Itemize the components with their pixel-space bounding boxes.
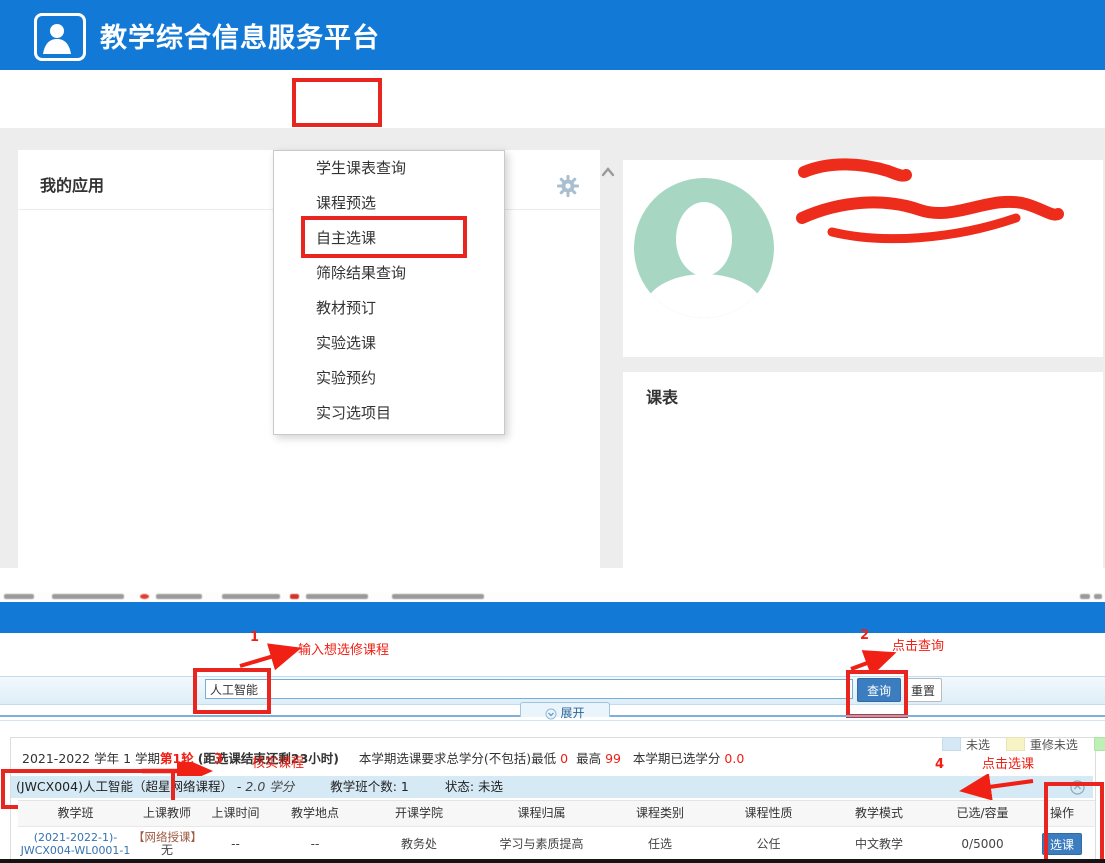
timetable-panel: 课表 <box>623 372 1103 568</box>
cell-nature: 公任 <box>715 827 822 860</box>
annotation-arrow-4 <box>955 774 1040 800</box>
menu-item-lab-reserve[interactable]: 实验预约 <box>274 361 504 396</box>
menu-item-internship[interactable]: 实习选项目 <box>274 396 504 431</box>
platform-logo-icon <box>34 13 86 61</box>
col-belong: 课程归属 <box>478 800 605 827</box>
cell-capacity: 0/5000 <box>936 827 1029 860</box>
menu-item-textbook-order[interactable]: 教材预订 <box>274 291 504 326</box>
course-class-count: 教学班个数: 1 <box>330 779 409 794</box>
annotation-box-search-input <box>193 668 271 714</box>
expand-label: 展开 <box>560 706 584 720</box>
teacher-tag: 【网络授课】 <box>133 831 201 844</box>
app-header: 教学综合信息服务平台 <box>0 0 1105 70</box>
bookmarks-blur-strip <box>0 592 1105 602</box>
expand-toggle[interactable]: 展开 <box>520 702 610 717</box>
table-row: (2021-2022-1)-JWCX004-WL0001-1 【网络授课】 无 … <box>18 827 1095 860</box>
col-mode: 教学模式 <box>822 800 936 827</box>
reset-button[interactable]: 重置 <box>904 678 942 702</box>
cell-mode: 中文教学 <box>822 827 936 860</box>
annotation-box-menu-self-select <box>301 216 467 258</box>
cell-time: -- <box>201 827 270 860</box>
menu-item-student-timetable[interactable]: 学生课表查询 <box>274 151 504 186</box>
redaction-scribble <box>790 156 1080 251</box>
legend-swatch-unselected <box>942 737 961 751</box>
teacher-name: 无 <box>161 844 173 857</box>
annotation-label-4: 点击选课 <box>982 753 1034 772</box>
avatar <box>634 178 774 318</box>
annotation-box-nav-course-select <box>292 78 382 127</box>
cell-place: -- <box>270 827 360 860</box>
col-class: 教学班 <box>18 800 133 827</box>
col-place: 教学地点 <box>270 800 360 827</box>
timetable-title: 课表 <box>646 384 678 408</box>
scroll-up-chevron-icon[interactable] <box>600 163 616 182</box>
my-apps-title: 我的应用 <box>40 172 104 196</box>
col-time: 上课时间 <box>201 800 270 827</box>
page-title-bar: 自主选课 <box>0 602 1105 633</box>
app-title: 教学综合信息服务平台 <box>100 16 380 55</box>
expand-divider-line-2 <box>0 720 1105 721</box>
screen: 教学综合信息服务平台 报名申请▼ 信息维护▼ 选课▼ 信息查询▼ 教学评价▼ 毕… <box>0 0 1105 863</box>
cell-category: 任选 <box>605 827 715 860</box>
status-legend: 未选 重修未选 已选 <box>930 736 1105 753</box>
annotation-label-3: 核实课程 <box>252 752 304 771</box>
legend-swatch-retake <box>1006 737 1025 751</box>
col-teacher: 上课教师 <box>133 800 201 827</box>
gear-icon[interactable] <box>556 174 580 202</box>
annotation-box-action-column <box>1044 782 1104 863</box>
screenshot-bottom-edge <box>0 859 1105 863</box>
course-select-dropdown: 学生课表查询 课程预选 自主选课 筛除结果查询 教材预订 实验选课 实验预约 实… <box>273 150 505 435</box>
semester-info: 2021-2022 学年 1 学期第1轮 (距选课结束还剩23小时) 本学期选课… <box>22 748 744 767</box>
menu-item-lab-course[interactable]: 实验选课 <box>274 326 504 361</box>
annotation-step-4: 4 <box>935 757 944 772</box>
main-nav: 报名申请▼ 信息维护▼ 选课▼ 信息查询▼ 教学评价▼ 毕业设计(论文)▼ <box>0 70 1105 129</box>
menu-item-filter-result[interactable]: 筛除结果查询 <box>274 256 504 291</box>
col-capacity: 已选/容量 <box>936 800 1029 827</box>
legend-swatch-selected <box>1094 737 1105 751</box>
class-table: 教学班 上课教师 上课时间 教学地点 开课学院 课程归属 课程类别 课程性质 教… <box>18 800 1095 860</box>
annotation-box-query-button <box>846 670 908 718</box>
circle-chevron-down-icon <box>545 708 557 720</box>
course-status: 状态: 未选 <box>445 779 503 794</box>
annotation-step-2: 2 <box>860 628 869 643</box>
course-credits: 2.0 学分 <box>245 779 294 794</box>
cell-belong: 学习与素质提高 <box>478 827 605 860</box>
table-header-row: 教学班 上课教师 上课时间 教学地点 开课学院 课程归属 课程类别 课程性质 教… <box>18 800 1095 827</box>
col-college: 开课学院 <box>360 800 478 827</box>
cell-college: 教务处 <box>360 827 478 860</box>
class-id-link[interactable]: (2021-2022-1)-JWCX004-WL0001-1 <box>18 831 133 857</box>
col-category: 课程类别 <box>605 800 715 827</box>
col-nature: 课程性质 <box>715 800 822 827</box>
course-search-input[interactable] <box>205 679 853 699</box>
